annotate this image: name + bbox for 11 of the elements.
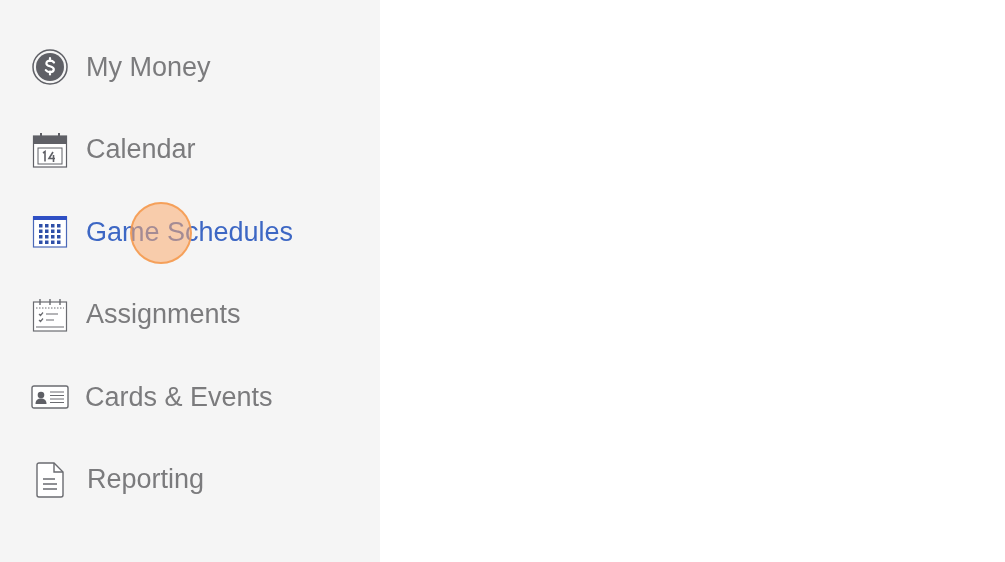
- document-icon: [35, 461, 65, 498]
- checklist-calendar-icon: [32, 296, 68, 333]
- sidebar-item[interactable]: Reporting: [0, 455, 380, 504]
- sidebar-item[interactable]: My Money: [0, 43, 380, 91]
- calendar-icon: [32, 131, 68, 168]
- sidebar-item[interactable]: Calendar: [0, 125, 380, 174]
- grid-calendar-icon: [32, 214, 68, 250]
- id-card-icon: [31, 385, 69, 409]
- sidebar-item[interactable]: Assignments: [0, 290, 380, 339]
- sidebar-item[interactable]: Cards & Events: [0, 373, 380, 421]
- dollar-coin-icon: [32, 49, 68, 85]
